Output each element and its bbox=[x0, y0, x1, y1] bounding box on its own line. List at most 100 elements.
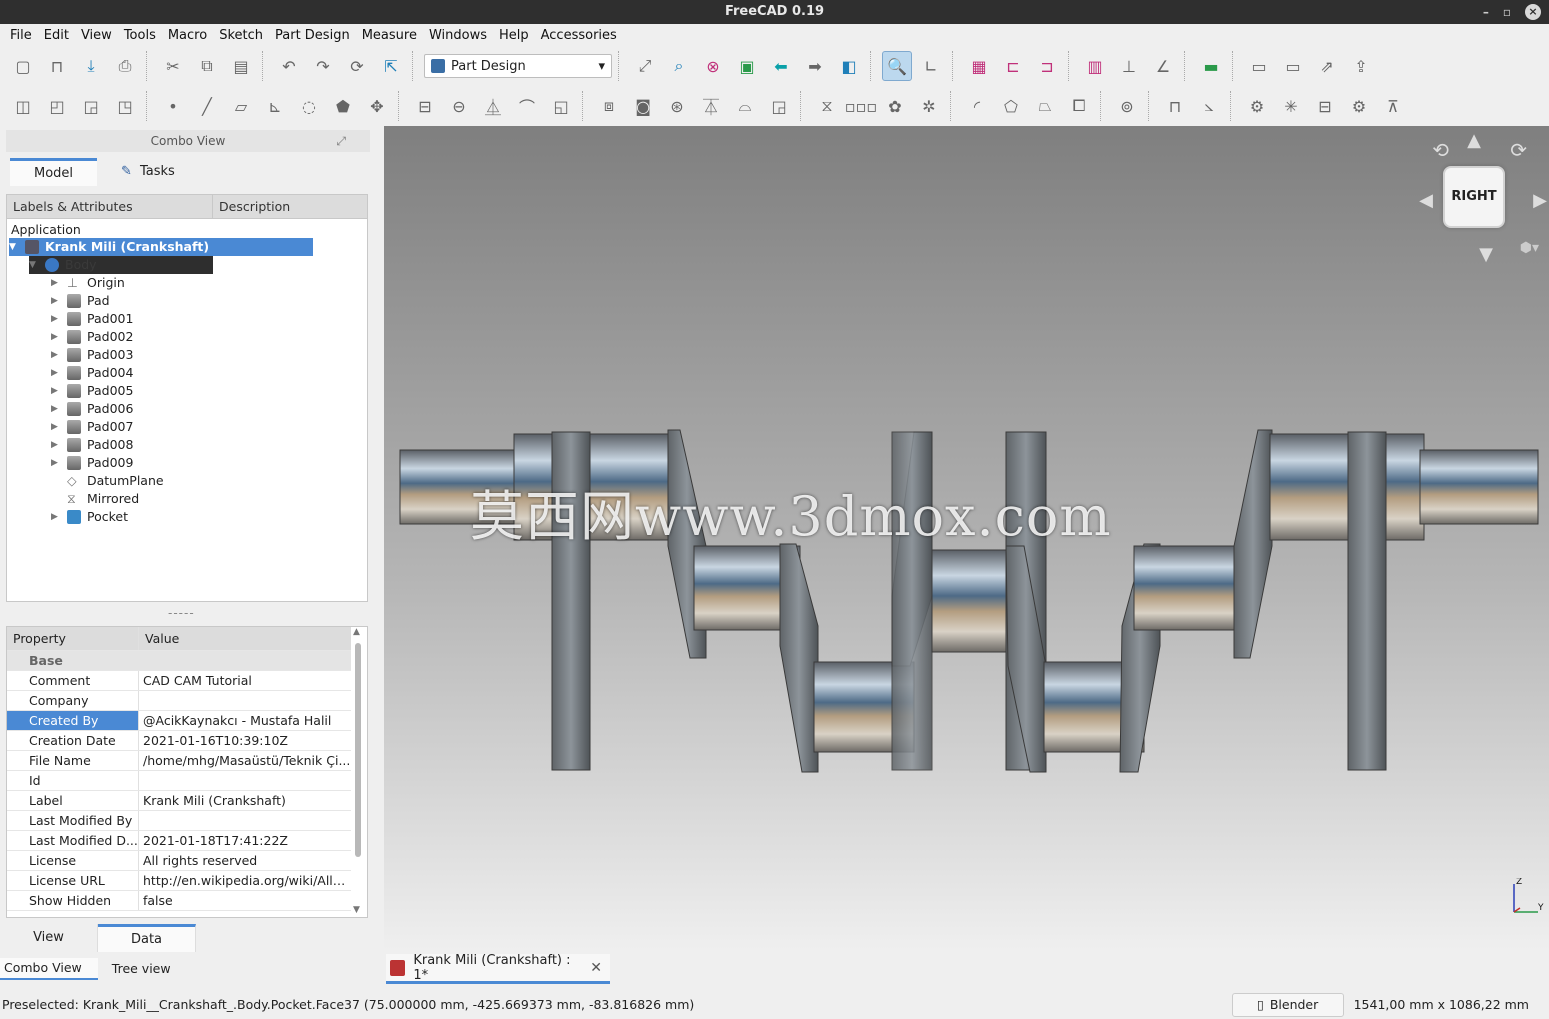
new-document-icon[interactable]: ▢ bbox=[8, 51, 38, 81]
fillet-icon[interactable]: ◜ bbox=[962, 91, 992, 121]
sweep-icon[interactable]: ⌒ bbox=[512, 91, 542, 121]
tree-item[interactable]: ▶ ⊥ Origin bbox=[51, 274, 125, 292]
measure-angle2-icon[interactable]: ⦣ bbox=[1194, 91, 1224, 121]
property-value[interactable]: Krank Mili (Crankshaft) bbox=[139, 791, 351, 810]
linear-pattern-icon[interactable]: ▫▫▫ bbox=[845, 91, 878, 121]
menu-edit[interactable]: Edit bbox=[38, 28, 75, 43]
chevron-down-icon[interactable]: ▼ bbox=[9, 238, 19, 256]
property-value[interactable]: /home/mhg/Masaüstü/Teknik Çi... bbox=[139, 751, 351, 770]
menu-part-design[interactable]: Part Design bbox=[269, 28, 356, 43]
document-tab[interactable]: Krank Mili (Crankshaft) : 1* ✕ bbox=[386, 953, 610, 984]
shaft-wizard-icon[interactable]: ⊟ bbox=[1310, 91, 1340, 121]
property-value[interactable] bbox=[139, 771, 351, 790]
open-icon[interactable]: ⊓ bbox=[42, 51, 72, 81]
tree-item[interactable]: ⧖ Mirrored bbox=[51, 490, 139, 508]
paste-icon[interactable]: ▤ bbox=[226, 51, 256, 81]
chevron-right-icon[interactable]: ▶ bbox=[51, 328, 61, 346]
scroll-up-icon[interactable]: ▲ bbox=[353, 627, 360, 637]
local-cs-icon[interactable]: ⊾ bbox=[260, 91, 290, 121]
view-right-icon[interactable]: ⊐ bbox=[1032, 51, 1062, 81]
shaft-design-icon[interactable]: ⊼ bbox=[1378, 91, 1408, 121]
multi-transform-icon[interactable]: ✲ bbox=[914, 91, 944, 121]
polar-pattern-icon[interactable]: ✿ bbox=[880, 91, 910, 121]
gear-icon[interactable]: ⚙ bbox=[1344, 91, 1374, 121]
redo-icon[interactable]: ↷ bbox=[308, 51, 338, 81]
close-tab-icon[interactable]: ✕ bbox=[590, 960, 602, 976]
whats-this-icon[interactable]: ⇱ bbox=[376, 51, 406, 81]
chevron-right-icon[interactable]: ▶ bbox=[51, 364, 61, 382]
forward-arrow-icon[interactable]: ➡ bbox=[800, 51, 830, 81]
chevron-right-icon[interactable]: ▶ bbox=[51, 346, 61, 364]
revolution-icon[interactable]: ⊖ bbox=[444, 91, 474, 121]
property-value[interactable]: All rights reserved bbox=[139, 851, 351, 870]
create-body-icon[interactable]: ◰ bbox=[42, 91, 72, 121]
thickness-icon[interactable]: ⧠ bbox=[1064, 91, 1094, 121]
hole-icon[interactable]: ◙ bbox=[628, 91, 658, 121]
rotate-ccw-icon[interactable]: ⟲ bbox=[1432, 138, 1449, 162]
tree-item[interactable]: ▶ Pad002 bbox=[51, 328, 133, 346]
measure-linear-icon[interactable]: ⊥ bbox=[1114, 51, 1144, 81]
workbench-selector[interactable]: Part Design ▾ bbox=[424, 54, 612, 78]
property-row[interactable]: Comment CAD CAM Tutorial bbox=[7, 671, 351, 691]
undo-icon[interactable]: ↶ bbox=[274, 51, 304, 81]
tree-item[interactable]: ▶ Pad001 bbox=[51, 310, 133, 328]
subshape-binder-icon[interactable]: ⬟ bbox=[328, 91, 358, 121]
property-row[interactable]: Last Modified D... 2021-01-18T17:41:22Z bbox=[7, 831, 351, 851]
ruler-icon[interactable]: ▬ bbox=[1196, 51, 1226, 81]
validate-sketch-icon[interactable]: ◳ bbox=[110, 91, 140, 121]
rotate-left-arrow-icon[interactable]: ◀ bbox=[1419, 190, 1433, 211]
tree-item[interactable]: ▶ Pocket bbox=[51, 508, 128, 526]
datum-point-icon[interactable]: • bbox=[158, 91, 188, 121]
clip-plane-icon[interactable]: ▥ bbox=[1080, 51, 1110, 81]
navigation-style-button[interactable]: ▯ Blender bbox=[1231, 992, 1344, 1017]
chevron-right-icon[interactable]: ▶ bbox=[51, 418, 61, 436]
property-row[interactable]: Id bbox=[7, 771, 351, 791]
property-row[interactable]: Creation Date 2021-01-16T10:39:10Z bbox=[7, 731, 351, 751]
back-arrow-icon[interactable]: ⬅ bbox=[766, 51, 796, 81]
create-part-icon[interactable]: ◫ bbox=[8, 91, 38, 121]
menu-help[interactable]: Help bbox=[493, 28, 535, 43]
minimize-icon[interactable]: – bbox=[1483, 0, 1489, 24]
tree-body[interactable]: ▼ Body bbox=[29, 256, 213, 274]
chevron-right-icon[interactable]: ▶ bbox=[51, 382, 61, 400]
tab-model[interactable]: Model bbox=[10, 158, 98, 186]
cut-icon[interactable]: ✂ bbox=[158, 51, 188, 81]
boolean-icon[interactable]: ⊚ bbox=[1112, 91, 1142, 121]
chevron-down-icon[interactable]: ▼ bbox=[29, 256, 39, 274]
tab-view[interactable]: View bbox=[0, 924, 98, 952]
sprocket-icon[interactable]: ⚙ bbox=[1242, 91, 1272, 121]
property-row[interactable]: Last Modified By bbox=[7, 811, 351, 831]
tab-combo-view[interactable]: Combo View bbox=[0, 958, 98, 980]
tree-item[interactable]: ▶ Pad005 bbox=[51, 382, 133, 400]
tree-item[interactable]: ▶ Pad009 bbox=[51, 454, 133, 472]
chevron-right-icon[interactable]: ▶ bbox=[51, 400, 61, 418]
rotate-up-arrow-icon[interactable]: ▲ bbox=[1467, 130, 1481, 151]
property-value[interactable]: false bbox=[139, 891, 351, 910]
shape-binder-icon[interactable]: ◌ bbox=[294, 91, 324, 121]
view-front-icon[interactable]: ▦ bbox=[964, 51, 994, 81]
chevron-right-icon[interactable]: ▶ bbox=[51, 310, 61, 328]
refresh-icon[interactable]: ⟳ bbox=[342, 51, 372, 81]
menu-tools[interactable]: Tools bbox=[118, 28, 162, 43]
property-value[interactable]: 2021-01-18T17:41:22Z bbox=[139, 831, 351, 850]
datum-plane-icon[interactable]: ▱ bbox=[226, 91, 256, 121]
view-top-icon[interactable]: ⊏ bbox=[998, 51, 1028, 81]
close-window-icon[interactable]: × bbox=[1525, 4, 1541, 20]
property-row[interactable]: File Name/home/mhg/Masaüstü/Teknik Çi... bbox=[7, 751, 351, 771]
fit-all-icon[interactable]: ⤢ bbox=[630, 51, 660, 81]
3d-viewport[interactable]: 莫西网www.3dmox.com ▲ ◀ ▶ ▼ ⟲ ⟳ RIGHT ⬢▾ Z … bbox=[384, 126, 1549, 950]
tree-item[interactable]: ▶ Pad008 bbox=[51, 436, 133, 454]
measure-angle-icon[interactable]: ∟ bbox=[916, 51, 946, 81]
chevron-right-icon[interactable]: ▶ bbox=[51, 292, 61, 310]
share-icon[interactable]: ⇪ bbox=[1346, 51, 1376, 81]
mirrored-icon[interactable]: ⧖ bbox=[812, 91, 842, 121]
property-row[interactable]: Created By @AcikKaynakcı - Mustafa Halil bbox=[7, 711, 351, 731]
tab-data[interactable]: Data bbox=[98, 924, 196, 952]
standard-views-icon[interactable]: ◧ bbox=[834, 51, 864, 81]
zoom-icon[interactable]: 🔍 bbox=[882, 51, 912, 81]
property-row[interactable]: License All rights reserved bbox=[7, 851, 351, 871]
property-scrollbar[interactable]: ▲ ▼ bbox=[351, 627, 365, 917]
menu-windows[interactable]: Windows bbox=[423, 28, 493, 43]
navcube-menu-icon[interactable]: ⬢▾ bbox=[1520, 240, 1539, 256]
tab-tree-view[interactable]: Tree view bbox=[98, 958, 187, 980]
